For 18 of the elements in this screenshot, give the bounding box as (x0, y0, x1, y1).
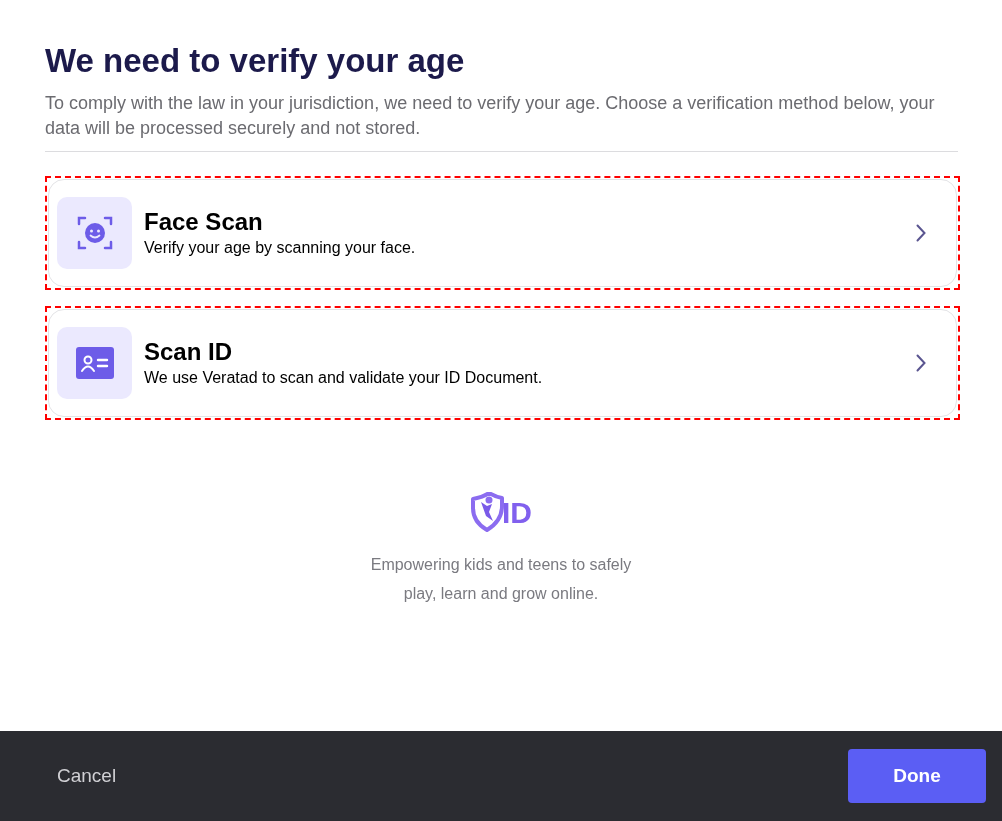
method-description: Verify your age by scanning your face. (144, 238, 417, 259)
tagline: play, learn and grow online. (403, 584, 599, 605)
shield-logo-icon (470, 492, 504, 533)
method-option[interactable]: Face Scan Verify your age by scanning your face. (48, 179, 957, 288)
chevron-right-icon (916, 354, 926, 373)
id-card-icon (75, 347, 114, 380)
method-title: Face Scan (144, 207, 264, 238)
method-option[interactable]: Scan ID We use Veratad to scan and validate your ID Document. (48, 309, 957, 418)
cancel-button[interactable]: Cancel (57, 761, 117, 791)
tagline: Empowering kids and teens to safely (370, 555, 632, 576)
chevron-right-icon (916, 224, 926, 243)
method-description: We use Veratad to scan and validate your ID Document. (144, 368, 544, 389)
method-title: Scan ID (144, 337, 234, 368)
face-scan-icon (76, 215, 113, 252)
page-description: To comply with the law in your jurisdiction, we need to verify your age. Choose a verification method below, your data will be processed securely and not stored. (45, 91, 958, 153)
done-button[interactable]: Done (848, 749, 986, 803)
logo-text: ID (502, 498, 532, 529)
page-title: We need to verify your age (45, 41, 466, 81)
